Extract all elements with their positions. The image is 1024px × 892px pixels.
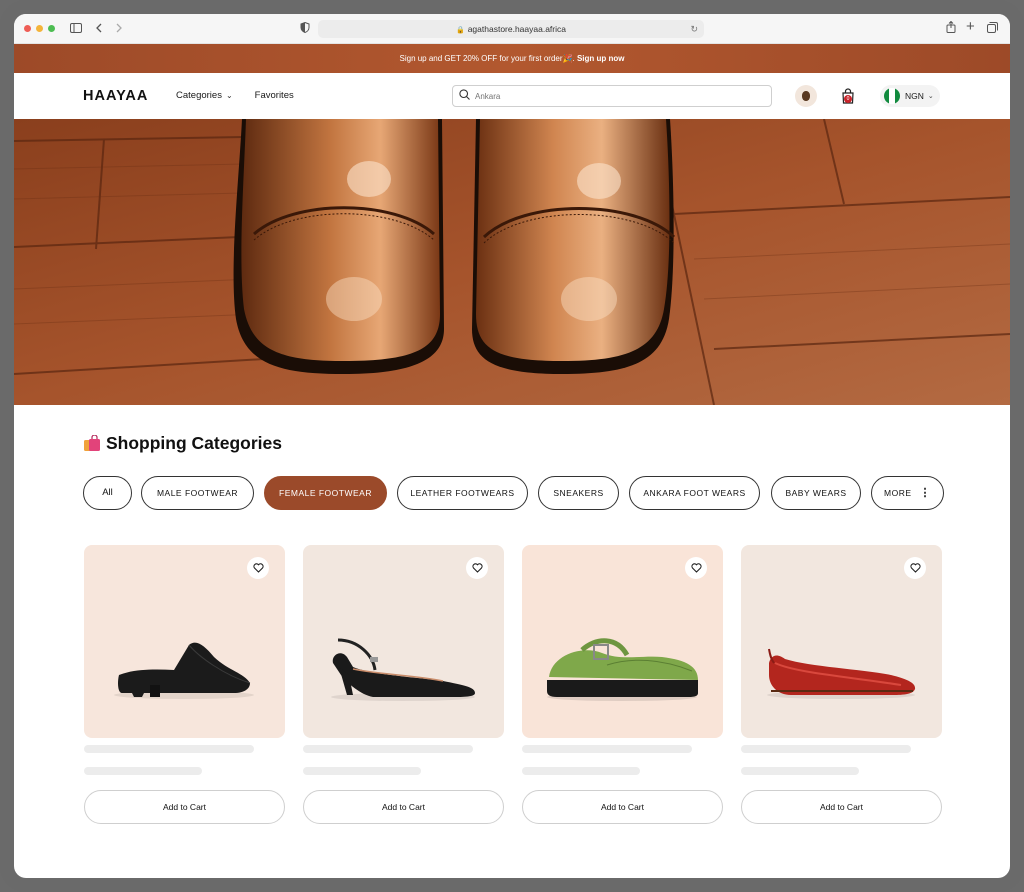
search-input[interactable] [475,88,755,104]
minimize-window-button[interactable] [36,25,43,32]
address-bar[interactable]: 🔒 agathastore.haayaa.africa ↻ [318,20,704,38]
categories-title: Shopping Categories [106,433,282,453]
browser-toolbar: 🔒 agathastore.haayaa.africa ↻ + [14,14,1010,44]
category-pill-baby-wears[interactable]: BABY WEARS [771,476,861,510]
chevron-down-icon: ⌄ [927,93,934,100]
kebab-menu-icon: ⋮ [919,487,931,499]
promo-banner: Sign up and GET 20% OFF for your first o… [14,44,1010,73]
search-box[interactable] [452,85,772,107]
promo-text: Sign up and GET 20% OFF for your first o… [399,54,563,63]
zoom-window-button[interactable] [48,25,55,32]
category-pill-more[interactable]: MORE ⋮ [871,476,944,510]
nav-categories[interactable]: Categories ⌄ [176,90,233,101]
product-card[interactable]: Add to Cart [522,545,723,824]
more-label: MORE [884,488,912,498]
browser-window: 🔒 agathastore.haayaa.africa ↻ + Sign up a… [14,14,1010,878]
search-icon [459,89,470,103]
product-image[interactable] [522,545,723,738]
product-image[interactable] [303,545,504,738]
favorite-heart-icon[interactable] [904,557,926,579]
main-nav: Categories ⌄ Favorites [176,90,294,101]
favorite-heart-icon[interactable] [466,557,488,579]
device-frame: 🔒 agathastore.haayaa.africa ↻ + Sign up a… [0,0,1024,892]
hero-banner-image [14,119,1010,405]
shopping-bags-icon [84,435,100,451]
product-title-placeholder [84,745,254,753]
site-logo[interactable]: HAAYAA [83,88,148,104]
product-title-placeholder [303,745,473,753]
nav-favorites[interactable]: Favorites [255,90,294,101]
product-card[interactable]: Add to Cart [741,545,942,824]
nigeria-flag-icon [884,88,900,104]
lock-icon: 🔒 [455,27,465,34]
share-icon[interactable] [946,20,956,37]
new-tab-icon[interactable]: + [966,19,975,35]
category-pill-all[interactable]: All [83,476,132,510]
categories-heading: Shopping Categories [83,433,282,454]
party-popper-icon: 🎉 [562,54,573,63]
forward-icon[interactable] [115,21,123,37]
chevron-down-icon: ⌄ [225,91,233,100]
url-text: agathastore.haayaa.africa [467,24,566,34]
favorite-heart-icon[interactable] [685,557,707,579]
category-pill-female-footwear[interactable]: FEMALE FOOTWEAR [264,476,387,510]
sign-up-link[interactable]: Sign up now [577,54,625,63]
category-pill-male-footwear[interactable]: MALE FOOTWEAR [141,476,254,510]
sidebar-toggle-icon[interactable] [70,21,82,37]
close-window-button[interactable] [24,25,31,32]
cart-count-badge: 0 [844,95,852,103]
add-to-cart-button[interactable]: Add to Cart [303,790,504,824]
category-pill-leather-footwears[interactable]: LEATHER FOOTWEARS [397,476,528,510]
product-card[interactable]: Add to Cart [303,545,504,824]
reload-icon[interactable]: ↻ [690,20,698,38]
site-header: HAAYAA Categories⌄ Favorites 0 NGN ⌄ [14,73,1010,119]
product-price-placeholder [84,767,202,775]
tab-overview-icon[interactable] [987,21,998,37]
product-image[interactable] [84,545,285,738]
user-avatar[interactable] [795,85,817,107]
product-card[interactable]: Add to Cart [84,545,285,824]
add-to-cart-button[interactable]: Add to Cart [84,790,285,824]
window-controls [24,25,55,32]
product-title-placeholder [522,745,692,753]
currency-selector[interactable]: NGN ⌄ [880,85,940,107]
favorite-heart-icon[interactable] [247,557,269,579]
add-to-cart-button[interactable]: Add to Cart [741,790,942,824]
category-pill-ankara-foot-wears[interactable]: ANKARA FOOT WEARS [629,476,760,510]
back-icon[interactable] [95,21,103,37]
product-price-placeholder [303,767,421,775]
product-price-placeholder [522,767,640,775]
currency-label: NGN [905,91,924,101]
product-title-placeholder [741,745,911,753]
category-pill-sneakers[interactable]: SNEAKERS [538,476,619,510]
add-to-cart-button[interactable]: Add to Cart [522,790,723,824]
privacy-shield-icon[interactable] [300,21,310,37]
product-price-placeholder [741,767,859,775]
nav-categories-label: Categories [176,90,222,101]
product-image[interactable] [741,545,942,738]
